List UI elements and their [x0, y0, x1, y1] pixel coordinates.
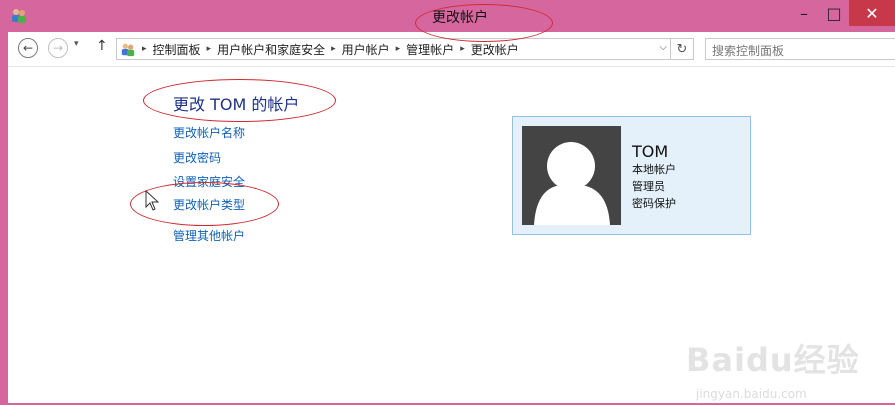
chevron-right-icon[interactable]: ▸: [331, 44, 336, 54]
change-account-name-link[interactable]: 更改帐户名称: [173, 124, 245, 141]
chevron-right-icon[interactable]: ▸: [396, 44, 401, 54]
breadcrumb-control-panel[interactable]: 控制面板: [153, 41, 201, 58]
change-account-type-link[interactable]: 更改帐户类型: [173, 196, 245, 213]
change-password-link[interactable]: 更改密码: [173, 149, 221, 166]
user-silhouette-icon: [534, 142, 610, 225]
main-content: 更改 TOM 的帐户 更改帐户名称 更改密码 设置家庭安全 更改帐户类型 管理其…: [8, 67, 895, 403]
close-button[interactable]: ✕: [849, 0, 895, 26]
avatar: [522, 126, 621, 225]
page-title: 更改 TOM 的帐户: [173, 95, 300, 114]
breadcrumb-manage-accounts[interactable]: 管理帐户: [406, 41, 454, 58]
breadcrumb-change-account[interactable]: 更改帐户: [471, 41, 519, 58]
navigation-bar: ← → ▾ ↑ ▸ 控制面板 ▸ 用户帐户和家庭安全 ▸ 用户帐户 ▸ 管理帐户…: [8, 32, 895, 67]
window-title: 更改帐户: [432, 10, 488, 26]
breadcrumb-user-accounts[interactable]: 用户帐户: [342, 41, 390, 58]
address-dropdown-icon[interactable]: ⌵: [659, 42, 667, 53]
back-button[interactable]: ←: [18, 38, 38, 58]
title-bar: 更改帐户 – □ ✕: [0, 0, 895, 32]
watermark-brand: Baidu经验: [686, 341, 860, 379]
chevron-right-icon[interactable]: ▸: [142, 44, 147, 54]
refresh-button[interactable]: ↻: [670, 39, 693, 59]
users-icon: [12, 9, 26, 23]
chevron-right-icon[interactable]: ▸: [460, 44, 465, 54]
account-role: 管理员: [632, 180, 665, 193]
watermark: Baidu经验 jingyan.baidu.com: [686, 335, 886, 405]
control-panel-window: ← → ▾ ↑ ▸ 控制面板 ▸ 用户帐户和家庭安全 ▸ 用户帐户 ▸ 管理帐户…: [8, 32, 895, 403]
account-name: TOM: [632, 142, 669, 161]
users-icon: [121, 43, 135, 57]
mouse-cursor-icon: [145, 190, 160, 211]
minimize-button[interactable]: –: [789, 0, 819, 26]
account-card: TOM 本地帐户 管理员 密码保护: [512, 116, 751, 235]
chevron-right-icon[interactable]: ▸: [207, 44, 212, 54]
forward-button[interactable]: →: [48, 38, 68, 58]
account-type-local: 本地帐户: [632, 163, 676, 176]
address-bar[interactable]: ▸ 控制面板 ▸ 用户帐户和家庭安全 ▸ 用户帐户 ▸ 管理帐户 ▸ 更改帐户 …: [116, 38, 694, 60]
watermark-url: jingyan.baidu.com: [696, 387, 807, 401]
recent-locations-button[interactable]: ▾: [74, 39, 79, 49]
manage-other-accounts-link[interactable]: 管理其他帐户: [173, 227, 245, 244]
search-input[interactable]: 搜索控制面板: [705, 38, 895, 60]
family-safety-link[interactable]: 设置家庭安全: [173, 173, 245, 190]
breadcrumb-user-accounts-family-safety[interactable]: 用户帐户和家庭安全: [217, 41, 325, 58]
up-button[interactable]: ↑: [96, 38, 108, 54]
maximize-button[interactable]: □: [819, 0, 849, 26]
account-password-status: 密码保护: [632, 197, 676, 210]
window-controls: – □ ✕: [789, 0, 895, 26]
